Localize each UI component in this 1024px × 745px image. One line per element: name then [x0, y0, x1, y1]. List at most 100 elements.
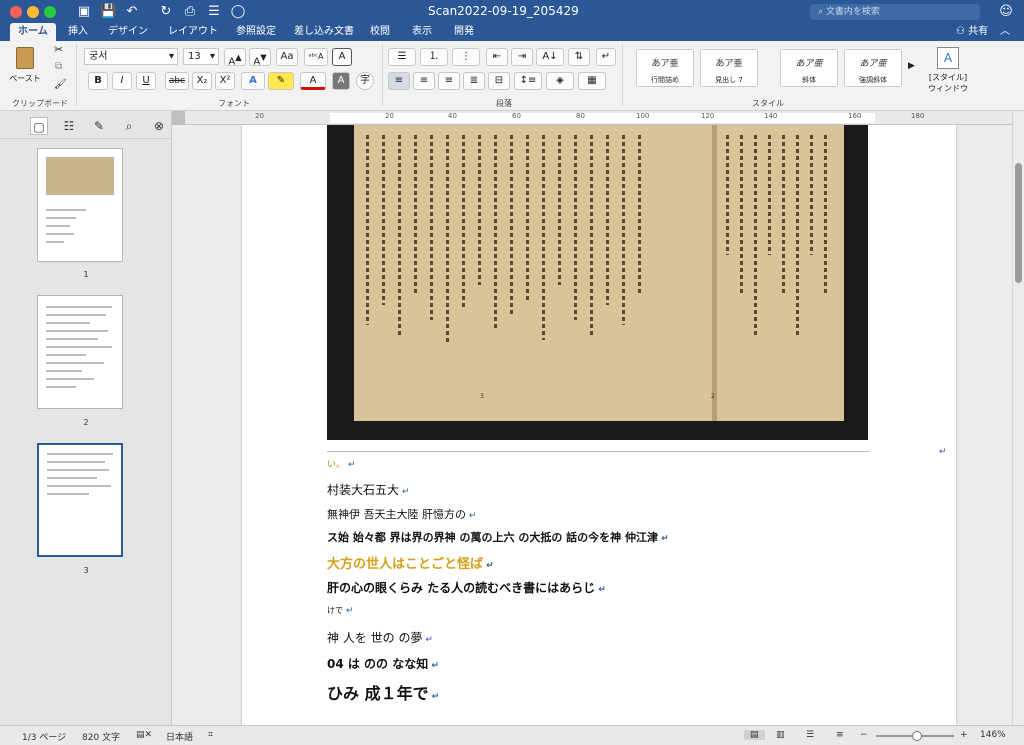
bold-button[interactable]: B: [88, 72, 108, 90]
distributed-button[interactable]: ⊟: [488, 72, 510, 90]
zoom-level[interactable]: 146%: [980, 730, 1006, 740]
borders-button[interactable]: ▦: [578, 72, 606, 90]
text-line[interactable]: 無神伊 吾天主大陸 肝憶方の ↵: [327, 506, 476, 522]
scanned-book-image[interactable]: 3 2: [327, 125, 868, 440]
track-changes-icon[interactable]: ⌗: [208, 730, 213, 740]
shading-button[interactable]: ◈: [546, 72, 574, 90]
text-direction-button[interactable]: A↓: [536, 48, 564, 66]
cut-icon[interactable]: ✂: [54, 43, 63, 56]
search-icon[interactable]: ⌕: [120, 117, 138, 135]
style-emphasis[interactable]: あア亜 斜体: [780, 49, 838, 87]
paste-button[interactable]: ペースト: [6, 45, 44, 93]
text-line[interactable]: ス始 始々都 界は界の界神 の萬の上六 の大抵の 話の今を神 仲江津 ↵: [327, 529, 669, 545]
clear-formatting-button[interactable]: ᵃᵇᶜA: [304, 48, 328, 66]
italic-button[interactable]: I: [112, 72, 132, 90]
tab-home[interactable]: ホーム: [10, 23, 56, 41]
minimize-window-button[interactable]: [27, 6, 39, 18]
collapse-ribbon-icon[interactable]: ︿: [992, 23, 1018, 41]
draft-view-icon[interactable]: ≡: [836, 730, 844, 740]
zoom-in-button[interactable]: +: [960, 730, 968, 740]
text-effects-button[interactable]: A: [241, 72, 265, 90]
search-input[interactable]: ⌕ 文書内を検索: [810, 4, 980, 20]
tab-design[interactable]: デザイン: [100, 23, 156, 41]
text-line[interactable]: 神 人を 世の の夢 ↵: [327, 629, 433, 646]
font-color-button[interactable]: A: [300, 72, 326, 90]
horizontal-ruler[interactable]: 20 20 40 60 80 100 120 140 160 180: [185, 111, 1012, 125]
text-line[interactable]: 肝の心の眼くらみ たる人の読むべき書にはあらじ ↵: [327, 579, 606, 596]
thumbnails-icon[interactable]: ▢: [30, 117, 48, 135]
page-thumbnail-selected[interactable]: [37, 443, 123, 557]
share-button[interactable]: ⚇ 共有: [948, 23, 996, 41]
multilevel-list-button[interactable]: ⋮: [452, 48, 480, 66]
vertical-scrollbar[interactable]: [1012, 111, 1024, 725]
bullets-button[interactable]: ☰: [388, 48, 416, 66]
tab-developer[interactable]: 開発: [446, 23, 482, 41]
save-icon[interactable]: 💾: [100, 4, 116, 19]
font-size-dropdown[interactable]: 13 ▾: [183, 48, 219, 65]
decrease-indent-button[interactable]: ⇤: [486, 48, 508, 66]
tab-review[interactable]: 校閲: [362, 23, 398, 41]
underline-button[interactable]: U: [136, 72, 156, 90]
outline-view-icon[interactable]: ☰: [806, 730, 814, 740]
style-heading-7[interactable]: あア亜 見出し 7: [700, 49, 758, 87]
zoom-out-button[interactable]: −: [860, 730, 868, 740]
document-page[interactable]: 3 2 ↵ い。 ↵ 村装大石五大 ↵ 無神伊 吾天主大陸 肝憶方の ↵ ス始 始々都…: [242, 125, 956, 725]
line-spacing-button[interactable]: ↕≡: [514, 72, 542, 90]
increase-indent-button[interactable]: ⇥: [511, 48, 533, 66]
character-shading-button[interactable]: A: [332, 72, 350, 90]
scrollbar-thumb[interactable]: [1015, 163, 1022, 283]
text-line[interactable]: 04 は のの なな知 ↵: [327, 655, 439, 672]
page-count[interactable]: 1/3 ページ: [22, 730, 66, 743]
style-no-spacing[interactable]: あア亜 行間詰め: [636, 49, 694, 87]
page-thumbnail[interactable]: [37, 148, 123, 262]
review-icon[interactable]: ✎: [90, 117, 108, 135]
zoom-window-button[interactable]: [44, 6, 56, 18]
word-count[interactable]: 820 文字: [82, 730, 120, 743]
tab-mailings[interactable]: 差し込み文書: [286, 23, 362, 41]
circle-icon[interactable]: ◯: [230, 4, 246, 19]
tab-view[interactable]: 表示: [404, 23, 440, 41]
character-border-button[interactable]: A: [332, 48, 352, 66]
superscript-button[interactable]: X²: [215, 72, 235, 90]
undo-icon[interactable]: ↶: [124, 4, 140, 19]
zoom-slider-knob[interactable]: [912, 731, 922, 741]
copy-icon[interactable]: ⧉: [55, 61, 62, 72]
format-painter-icon[interactable]: 🖌: [54, 79, 67, 90]
justify-button[interactable]: ≣: [463, 72, 485, 90]
align-left-button[interactable]: ≡: [388, 72, 410, 90]
language-indicator[interactable]: 日本語: [166, 730, 193, 743]
text-line[interactable]: 村装大石五大 ↵: [327, 481, 409, 498]
text-line[interactable]: けで ↵: [327, 605, 353, 616]
align-center-button[interactable]: ≡: [413, 72, 435, 90]
outline-icon[interactable]: ☷: [60, 117, 78, 135]
shrink-font-button[interactable]: A▼: [249, 48, 271, 67]
proofing-icon[interactable]: ▤✕: [136, 730, 152, 740]
numbering-button[interactable]: ⒈: [420, 48, 448, 66]
subscript-button[interactable]: X₂: [192, 72, 212, 90]
print-icon[interactable]: ⎙: [182, 4, 198, 19]
close-window-button[interactable]: [10, 6, 22, 18]
align-right-button[interactable]: ≡: [438, 72, 460, 90]
text-line[interactable]: 大方の世人はことごと怪ば ↵: [327, 553, 494, 572]
tab-layout[interactable]: レイアウト: [160, 23, 226, 41]
text-line[interactable]: い。 ↵: [327, 457, 355, 470]
strikethrough-button[interactable]: abc: [165, 72, 189, 90]
document-area[interactable]: 3 2 ↵ い。 ↵ 村装大石五大 ↵ 無神伊 吾天主大陸 肝憶方の ↵ ス始 始々都…: [172, 125, 1012, 725]
show-marks-button[interactable]: ↵: [596, 48, 616, 66]
style-intense-emphasis[interactable]: あア亜 強調斜体: [844, 49, 902, 87]
sort-button[interactable]: ⇅: [568, 48, 590, 66]
highlight-color-button[interactable]: ✎: [268, 72, 294, 90]
format-icon[interactable]: ☰: [206, 4, 222, 19]
enclose-characters-button[interactable]: 字: [356, 72, 374, 90]
sidebar-toggle-icon[interactable]: ▣: [76, 4, 92, 19]
web-layout-view-icon[interactable]: ▥: [776, 730, 785, 740]
zoom-slider[interactable]: [876, 731, 954, 741]
print-layout-view-icon[interactable]: ▤: [744, 730, 765, 740]
font-name-dropdown[interactable]: 궁서 ▾: [84, 48, 178, 65]
close-icon[interactable]: ⊗: [150, 117, 168, 135]
tab-insert[interactable]: 挿入: [60, 23, 96, 41]
text-line[interactable]: ひみ 成１年で ↵: [327, 680, 439, 704]
smiley-feedback-icon[interactable]: ☺: [998, 4, 1014, 19]
styles-pane-button[interactable]: A [スタイル] ウィンドウ: [924, 47, 972, 97]
redo-icon[interactable]: ↻: [158, 4, 174, 19]
